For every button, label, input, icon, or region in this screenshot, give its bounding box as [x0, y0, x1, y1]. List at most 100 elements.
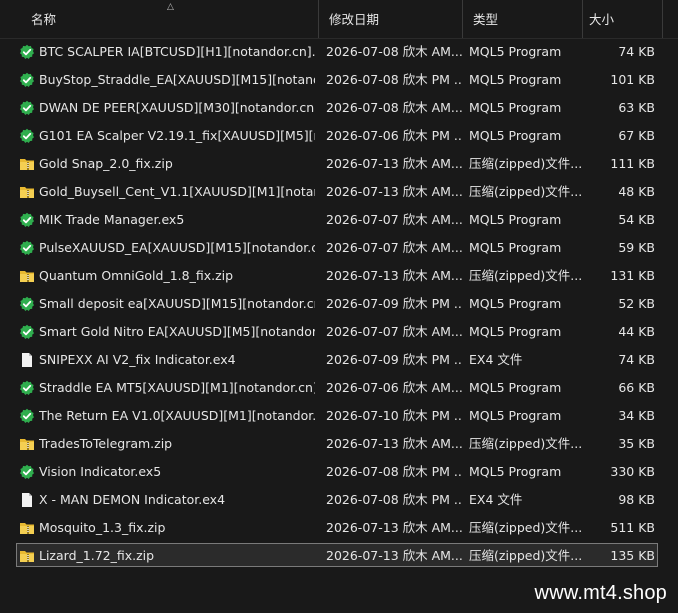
file-name: Gold Snap_2.0_fix.zip	[39, 156, 173, 171]
file-modified-date: 2026-07-08 欣木 PM ...	[326, 72, 462, 87]
file-modified-date: 2026-07-07 欣木 AM...	[326, 240, 462, 255]
column-header-type[interactable]: 类型	[463, 0, 583, 38]
file-size: 135 KB	[610, 548, 655, 563]
column-header-bar: 名称 △ 修改日期 类型 大小	[0, 0, 678, 39]
mql5-program-icon	[19, 212, 35, 228]
file-type: 压缩(zipped)文件...	[469, 156, 583, 171]
column-header-size-label: 大小	[589, 12, 615, 27]
file-modified-date: 2026-07-09 欣木 PM ...	[326, 296, 462, 311]
file-name: DWAN DE PEER[XAUUSD][M30][notandor.cn]..…	[39, 100, 315, 115]
file-name: BTC SCALPER IA[BTCUSD][H1][notandor.cn].…	[39, 44, 315, 59]
file-modified-date: 2026-07-07 欣木 AM...	[326, 212, 462, 227]
file-modified-date: 2026-07-13 欣木 AM...	[326, 268, 462, 283]
file-size: 54 KB	[618, 212, 655, 227]
file-modified-date: 2026-07-13 欣木 AM...	[326, 184, 462, 199]
file-type: MQL5 Program	[469, 324, 562, 339]
file-modified-date: 2026-07-07 欣木 AM...	[326, 324, 462, 339]
column-header-name-label: 名称	[31, 12, 57, 27]
file-row[interactable]: G101 EA Scalper V2.19.1_fix[XAUUSD][M5][…	[0, 122, 678, 150]
file-row[interactable]: Straddle EA MT5[XAUUSD][M1][notandor.cn]…	[0, 374, 678, 402]
watermark: www.mt4.shop	[534, 582, 667, 604]
file-list: BTC SCALPER IA[BTCUSD][H1][notandor.cn].…	[0, 38, 678, 570]
file-type: MQL5 Program	[469, 240, 562, 255]
zip-folder-icon	[19, 156, 35, 172]
file-row[interactable]: SNIPEXX AI V2_fix Indicator.ex4 2026-07-0…	[0, 346, 678, 374]
file-name: X - MAN DEMON Indicator.ex4	[39, 492, 226, 507]
zip-folder-icon	[19, 184, 35, 200]
file-modified-date: 2026-07-10 欣木 PM ...	[326, 408, 462, 423]
column-header-type-label: 类型	[473, 12, 499, 27]
zip-folder-icon	[19, 548, 35, 564]
file-modified-date: 2026-07-06 欣木 AM...	[326, 380, 462, 395]
file-modified-date: 2026-07-08 欣木 AM...	[326, 44, 462, 59]
mql5-program-icon	[19, 296, 35, 312]
column-header-date-label: 修改日期	[329, 12, 380, 27]
mql5-program-icon	[19, 100, 35, 116]
zip-folder-icon	[19, 436, 35, 452]
file-modified-date: 2026-07-13 欣木 AM...	[326, 156, 462, 171]
file-name: Mosquito_1.3_fix.zip	[39, 520, 166, 535]
file-row[interactable]: PulseXAUUSD_EA[XAUUSD][M15][notandor.c..…	[0, 234, 678, 262]
file-type: MQL5 Program	[469, 464, 562, 479]
file-row[interactable]: X - MAN DEMON Indicator.ex4 2026-07-08 欣木…	[0, 486, 678, 514]
file-row[interactable]: BTC SCALPER IA[BTCUSD][H1][notandor.cn].…	[0, 38, 678, 66]
file-row[interactable]: MIK Trade Manager.ex5 2026-07-07 欣木 AM...…	[0, 206, 678, 234]
column-header-name[interactable]: 名称 △	[0, 0, 319, 38]
file-row[interactable]: DWAN DE PEER[XAUUSD][M30][notandor.cn]..…	[0, 94, 678, 122]
file-size: 63 KB	[618, 100, 655, 115]
mql5-program-icon	[19, 240, 35, 256]
file-type: MQL5 Program	[469, 128, 562, 143]
file-size: 131 KB	[610, 268, 655, 283]
file-size: 52 KB	[618, 296, 655, 311]
zip-folder-icon	[19, 520, 35, 536]
file-size: 74 KB	[618, 44, 655, 59]
file-icon	[19, 492, 35, 508]
file-type: 压缩(zipped)文件...	[469, 548, 583, 563]
file-size: 48 KB	[618, 184, 655, 199]
file-type: MQL5 Program	[469, 44, 562, 59]
file-row[interactable]: Mosquito_1.3_fix.zip 2026-07-13 欣木 AM... 压…	[0, 514, 678, 542]
file-modified-date: 2026-07-13 欣木 AM...	[326, 548, 462, 563]
file-name: Smart Gold Nitro EA[XAUUSD][M5][notandor…	[39, 324, 315, 339]
file-type: EX4 文件	[469, 352, 523, 367]
file-type: EX4 文件	[469, 492, 523, 507]
mql5-program-icon	[19, 408, 35, 424]
file-row[interactable]: Smart Gold Nitro EA[XAUUSD][M5][notandor…	[0, 318, 678, 346]
file-row[interactable]: Quantum OmniGold_1.8_fix.zip 2026-07-13 欣…	[0, 262, 678, 290]
file-size: 111 KB	[610, 156, 655, 171]
file-row[interactable]: Vision Indicator.ex5 2026-07-08 欣木 PM ...…	[0, 458, 678, 486]
file-modified-date: 2026-07-13 欣木 AM...	[326, 520, 462, 535]
file-row[interactable]: BuyStop_Straddle_EA[XAUUSD][M15][notand.…	[0, 66, 678, 94]
file-name: MIK Trade Manager.ex5	[39, 212, 185, 227]
mql5-program-icon	[19, 380, 35, 396]
file-size: 35 KB	[618, 436, 655, 451]
file-modified-date: 2026-07-13 欣木 AM...	[326, 436, 462, 451]
file-row[interactable]: Gold Snap_2.0_fix.zip 2026-07-13 欣木 AM...…	[0, 150, 678, 178]
sort-ascending-icon: △	[167, 2, 174, 12]
file-row[interactable]: TradesToTelegram.zip 2026-07-13 欣木 AM... 压…	[0, 430, 678, 458]
file-size: 101 KB	[610, 72, 655, 87]
file-modified-date: 2026-07-09 欣木 PM ...	[326, 352, 462, 367]
file-icon	[19, 352, 35, 368]
mql5-program-icon	[19, 44, 35, 60]
file-size: 330 KB	[610, 464, 655, 479]
file-size: 66 KB	[618, 380, 655, 395]
file-row[interactable]: Lizard_1.72_fix.zip 2026-07-13 欣木 AM... 压缩…	[0, 542, 678, 570]
column-header-date[interactable]: 修改日期	[319, 0, 463, 38]
mql5-program-icon	[19, 128, 35, 144]
file-row[interactable]: The Return EA V1.0[XAUUSD][M1][notandor.…	[0, 402, 678, 430]
column-header-size[interactable]: 大小	[583, 0, 663, 38]
file-name: Quantum OmniGold_1.8_fix.zip	[39, 268, 234, 283]
file-row[interactable]: Small deposit ea[XAUUSD][M15][notandor.c…	[0, 290, 678, 318]
file-type: 压缩(zipped)文件...	[469, 520, 583, 535]
file-type: MQL5 Program	[469, 212, 562, 227]
file-modified-date: 2026-07-08 欣木 PM ...	[326, 492, 462, 507]
file-type: 压缩(zipped)文件...	[469, 436, 583, 451]
file-type: MQL5 Program	[469, 408, 562, 423]
file-row[interactable]: Gold_Buysell_Cent_V1.1[XAUUSD][M1][notan…	[0, 178, 678, 206]
file-name: Straddle EA MT5[XAUUSD][M1][notandor.cn]…	[39, 380, 315, 395]
zip-folder-icon	[19, 268, 35, 284]
mql5-program-icon	[19, 72, 35, 88]
file-type: 压缩(zipped)文件...	[469, 184, 583, 199]
file-name: BuyStop_Straddle_EA[XAUUSD][M15][notand.…	[39, 72, 315, 87]
